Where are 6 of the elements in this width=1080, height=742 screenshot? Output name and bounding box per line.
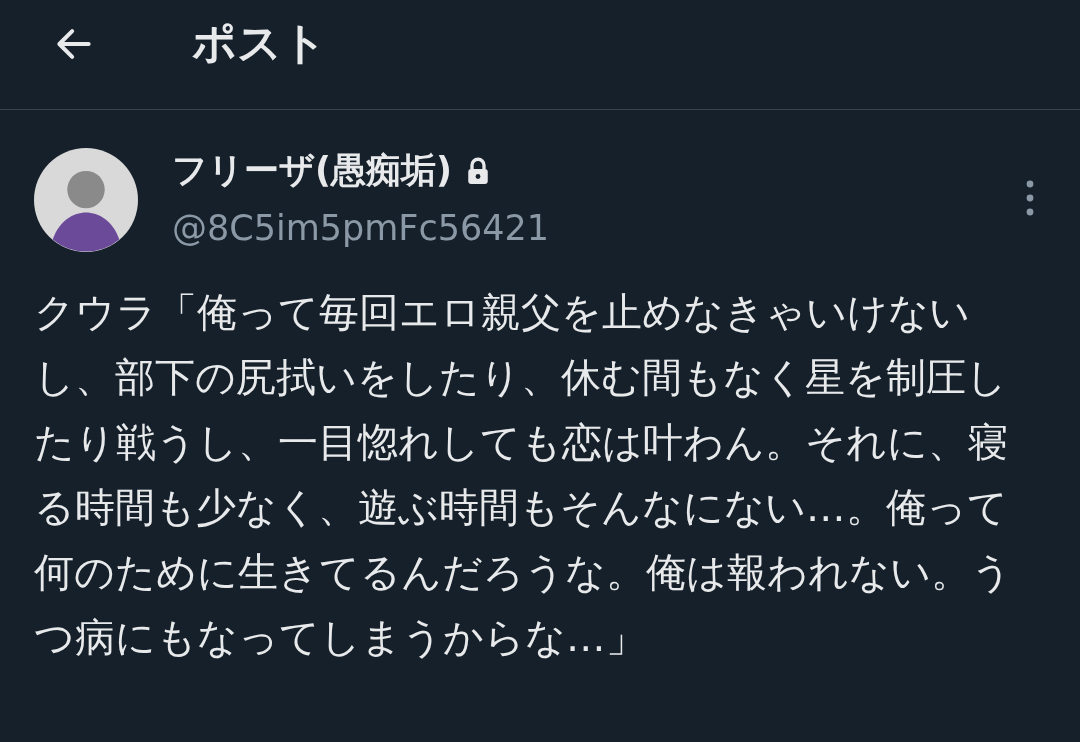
more-icon[interactable] (1026, 180, 1034, 216)
author-name[interactable]: フリーザ(愚痴垢) (172, 146, 452, 194)
post-text: クウラ「俺って毎回エロ親父を止めなきゃいけないし、部下の尻拭いをしたり、休む間もなく星を制圧したり戦うし、一目惚れしても恋は叶わん。それに、寝る時間も少なく、遊ぶ時間もそんなにない…。俺って何のために生きてるんだろうな。俺は報われない。うつ病にもなってしまうからな…」 (34, 288, 1013, 662)
author-handle[interactable]: @8C5im5pmFc56421 (172, 200, 1026, 256)
avatar[interactable] (34, 148, 138, 252)
page-title: ポスト (192, 16, 327, 70)
